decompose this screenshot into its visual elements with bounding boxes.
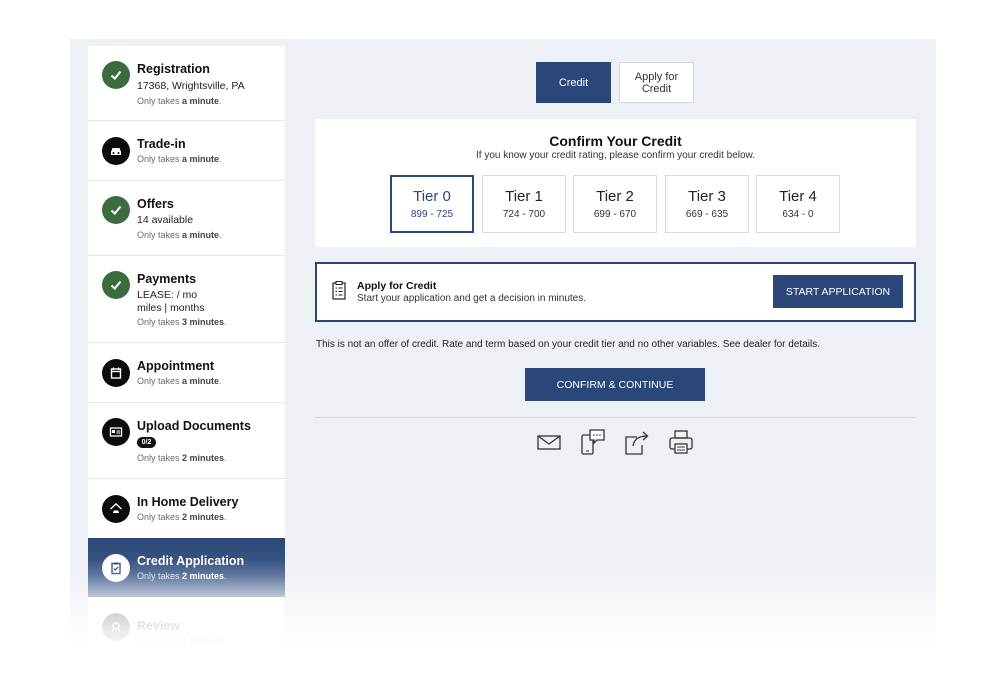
step-duration: Only takes 2 minutes. [137, 453, 227, 463]
tier-option-4[interactable]: Tier 4 634 - 0 [756, 175, 840, 233]
tier-name: Tier 0 [413, 188, 451, 205]
progress-sidebar: Registration 17368, Wrightsville, PA Onl… [88, 46, 285, 649]
tier-option-3[interactable]: Tier 3 669 - 635 [665, 175, 749, 233]
step-duration: Only takes a minute. [137, 154, 222, 164]
step-title: In Home Delivery [137, 495, 239, 509]
share-icon[interactable] [624, 428, 650, 456]
confirm-credit-card: Confirm Your Credit If you know your cre… [315, 119, 916, 247]
tier-range: 634 - 0 [782, 209, 814, 220]
tab-apply-line2: Credit [641, 82, 672, 95]
apply-for-credit-panel: Apply for Credit Start your application … [315, 262, 916, 322]
home-car-icon [102, 495, 130, 523]
step-duration: Only takes 2 minutes. [137, 571, 227, 581]
tier-range: 724 - 700 [502, 209, 546, 220]
step-title: Appointment [137, 359, 215, 373]
sidebar-item-registration[interactable]: Registration 17368, Wrightsville, PA Onl… [88, 46, 285, 121]
sidebar-item-payments[interactable]: Payments LEASE: / mo miles | months Only… [88, 256, 285, 343]
step-duration: Only takes 2 minutes. [137, 636, 227, 646]
tab-apply-for-credit[interactable]: Apply for Credit [619, 62, 694, 103]
start-application-button[interactable]: START APPLICATION [773, 275, 903, 308]
tier-range: 699 - 670 [593, 209, 637, 220]
confirm-continue-button[interactable]: CONFIRM & CONTINUE [525, 368, 705, 401]
sidebar-item-trade-in[interactable]: Trade-in Only takes a minute. [88, 121, 285, 181]
email-icon[interactable] [536, 428, 562, 456]
tier-range: 899 - 725 [410, 209, 454, 220]
calendar-icon [102, 359, 130, 387]
tier-range: 669 - 635 [685, 209, 729, 220]
checkmark-icon [102, 271, 130, 299]
id-card-icon [102, 418, 130, 446]
step-location: 17368, Wrightsville, PA [137, 80, 245, 92]
step-title: Offers [137, 197, 174, 211]
sidebar-item-credit-application[interactable]: Credit Application Only takes 2 minutes. [88, 538, 285, 597]
step-duration: Only takes 2 minutes. [137, 512, 227, 522]
tier-name: Tier 4 [779, 188, 817, 205]
review-icon [102, 613, 130, 641]
document-count-badge: 0/2 [137, 437, 156, 448]
step-title: Credit Application [137, 554, 245, 568]
step-title: Upload Documents [137, 419, 251, 433]
divider [315, 417, 916, 418]
step-duration: Only takes 3 minutes. [137, 317, 227, 327]
tab-credit[interactable]: Credit [536, 62, 611, 103]
step-terms: miles | months [137, 302, 205, 314]
clipboard-check-icon [102, 554, 130, 582]
credit-disclaimer: This is not an offer of credit. Rate and… [316, 339, 820, 350]
app-frame: Registration 17368, Wrightsville, PA Onl… [70, 39, 936, 649]
step-title: Review [137, 619, 181, 633]
confirm-credit-subheading: If you know your credit rating, please c… [475, 150, 756, 161]
tier-name: Tier 2 [596, 188, 634, 205]
tier-name: Tier 1 [505, 188, 543, 205]
step-duration: Only takes a minute. [137, 230, 222, 240]
sidebar-item-in-home-delivery[interactable]: In Home Delivery Only takes 2 minutes. [88, 479, 285, 539]
step-duration: Only takes a minute. [137, 96, 222, 106]
print-icon[interactable] [668, 428, 694, 456]
apply-description: Start your application and get a decisio… [357, 293, 587, 304]
step-title: Payments [137, 272, 197, 286]
checkmark-icon [102, 196, 130, 224]
tier-option-1[interactable]: Tier 1 724 - 700 [482, 175, 566, 233]
tier-option-2[interactable]: Tier 2 699 - 670 [573, 175, 657, 233]
step-detail: 14 available [137, 214, 194, 226]
step-title: Trade-in [137, 137, 186, 151]
car-front-icon [102, 137, 130, 165]
clipboard-icon [332, 280, 346, 300]
apply-title: Apply for Credit [357, 280, 437, 292]
sidebar-item-upload-documents[interactable]: Upload Documents 0/2 Only takes 2 minute… [88, 403, 285, 479]
sidebar-item-review[interactable]: Review Only takes 2 minutes. [88, 597, 285, 649]
sidebar-item-offers[interactable]: Offers 14 available Only takes a minute. [88, 181, 285, 256]
confirm-credit-heading: Confirm Your Credit [549, 133, 682, 149]
tier-option-0[interactable]: Tier 0 899 - 725 [390, 175, 474, 233]
tab-apply-line1: Apply for [634, 70, 679, 83]
step-duration: Only takes a minute. [137, 376, 222, 386]
step-lease: LEASE: / mo [137, 289, 198, 301]
sidebar-item-appointment[interactable]: Appointment Only takes a minute. [88, 343, 285, 403]
step-title: Registration [137, 62, 210, 76]
text-message-icon[interactable] [580, 428, 606, 456]
tier-name: Tier 3 [688, 188, 726, 205]
checkmark-icon [102, 61, 130, 89]
